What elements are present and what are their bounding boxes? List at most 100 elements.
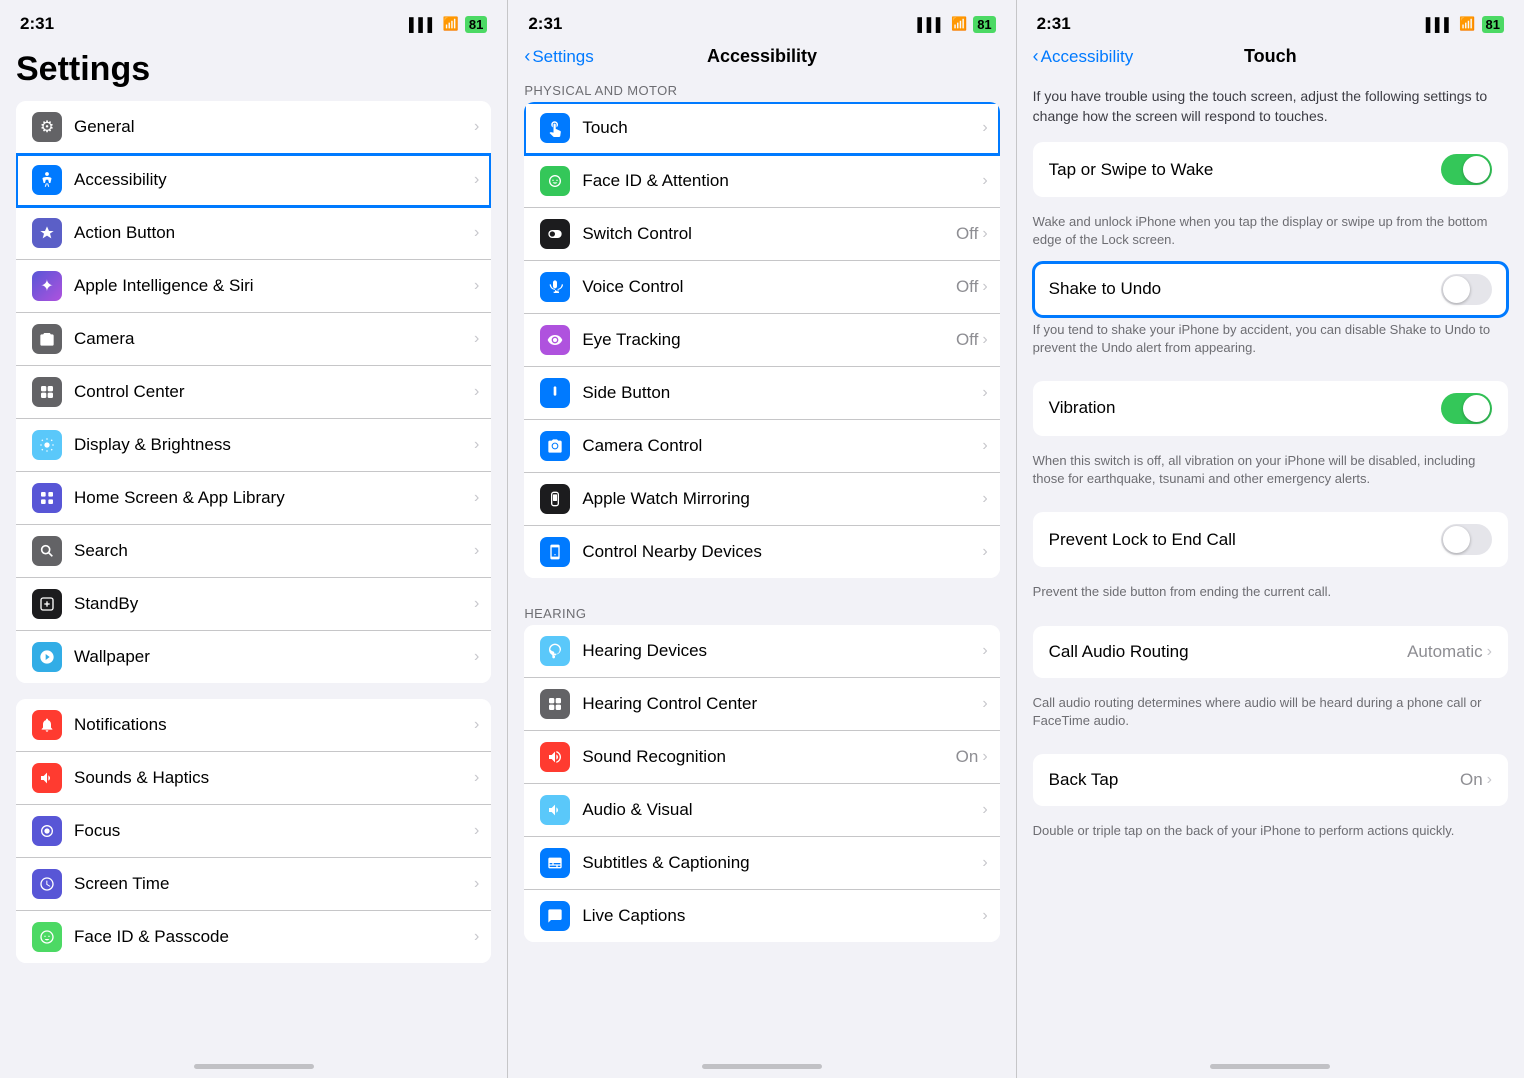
accessibility-item-watch-mirror[interactable]: Apple Watch Mirroring › bbox=[524, 473, 999, 526]
chevron-notifications: › bbox=[474, 716, 479, 734]
status-bar-3: 2:31 ▌▌▌ 📶 81 bbox=[1017, 0, 1524, 42]
switch-control-value: Off bbox=[956, 224, 978, 244]
settings-item-action-button[interactable]: Action Button › bbox=[16, 207, 491, 260]
prevent-lock-desc: Prevent the side button from ending the … bbox=[1017, 579, 1524, 613]
tap-swipe-label: Tap or Swipe to Wake bbox=[1049, 160, 1441, 180]
sounds-icon bbox=[32, 763, 62, 793]
live-captions-label: Live Captions bbox=[582, 906, 982, 926]
accessibility-item-live-captions[interactable]: Live Captions › bbox=[524, 890, 999, 942]
battery-icon-2: 81 bbox=[973, 16, 995, 33]
search-icon bbox=[32, 536, 62, 566]
prevent-lock-row[interactable]: Prevent Lock to End Call bbox=[1033, 512, 1508, 567]
chevron-siri: › bbox=[474, 277, 479, 295]
accessibility-item-voice-control[interactable]: Voice Control Off › bbox=[524, 261, 999, 314]
accessibility-item-faceid[interactable]: Face ID & Attention › bbox=[524, 155, 999, 208]
chevron-faceid-att: › bbox=[982, 172, 987, 190]
back-tap-section: Back Tap On › bbox=[1033, 754, 1508, 806]
tap-swipe-toggle[interactable] bbox=[1441, 154, 1492, 185]
tap-swipe-row[interactable]: Tap or Swipe to Wake bbox=[1033, 142, 1508, 197]
home-indicator-3 bbox=[1017, 1054, 1524, 1078]
accessibility-list[interactable]: PHYSICAL AND MOTOR Touch › Face ID & Att… bbox=[508, 75, 1015, 1054]
accessibility-item-touch[interactable]: Touch › bbox=[524, 102, 999, 155]
touch-icon bbox=[540, 113, 570, 143]
touch-settings-content[interactable]: If you have trouble using the touch scre… bbox=[1017, 75, 1524, 1054]
accessibility-item-control-nearby[interactable]: Control Nearby Devices › bbox=[524, 526, 999, 578]
status-time-2: 2:31 bbox=[528, 14, 562, 34]
chevron-screen-time: › bbox=[474, 875, 479, 893]
settings-item-focus[interactable]: Focus › bbox=[16, 805, 491, 858]
settings-item-display[interactable]: Display & Brightness › bbox=[16, 419, 491, 472]
chevron-standby: › bbox=[474, 595, 479, 613]
settings-item-camera[interactable]: Camera › bbox=[16, 313, 491, 366]
back-tap-chevron: › bbox=[1487, 771, 1492, 789]
back-button-2[interactable]: ‹ Settings bbox=[524, 46, 593, 67]
settings-item-search[interactable]: Search › bbox=[16, 525, 491, 578]
settings-item-wallpaper[interactable]: Wallpaper › bbox=[16, 631, 491, 683]
chevron-cc: › bbox=[474, 383, 479, 401]
watch-mirror-icon bbox=[540, 484, 570, 514]
nav-bar-3: ‹ Accessibility Touch bbox=[1017, 42, 1524, 75]
vibration-toggle[interactable] bbox=[1441, 393, 1492, 424]
faceid-icon bbox=[32, 922, 62, 952]
chevron-camera: › bbox=[474, 330, 479, 348]
status-icons-1: ▌▌▌ 📶 81 bbox=[409, 16, 487, 33]
chevron-subtitles: › bbox=[982, 854, 987, 872]
wifi-icon-1: 📶 bbox=[443, 16, 459, 32]
accessibility-item-hearing-cc[interactable]: Hearing Control Center › bbox=[524, 678, 999, 731]
chevron-search: › bbox=[474, 542, 479, 560]
accessibility-item-switch-control[interactable]: Switch Control Off › bbox=[524, 208, 999, 261]
accessibility-item-hearing-devices[interactable]: Hearing Devices › bbox=[524, 625, 999, 678]
accessibility-item-audio-visual[interactable]: Audio & Visual › bbox=[524, 784, 999, 837]
status-icons-2: ▌▌▌ 📶 81 bbox=[917, 16, 995, 33]
shake-undo-toggle[interactable] bbox=[1441, 274, 1492, 305]
standby-label: StandBy bbox=[74, 594, 474, 614]
shake-undo-row[interactable]: Shake to Undo bbox=[1033, 262, 1508, 317]
camera-label: Camera bbox=[74, 329, 474, 349]
accessibility-item-side-button[interactable]: Side Button › bbox=[524, 367, 999, 420]
chevron-eye-tracking: › bbox=[982, 331, 987, 349]
vibration-row[interactable]: Vibration bbox=[1033, 381, 1508, 436]
settings-list-1[interactable]: ⚙ General › Accessibility › Action Butto… bbox=[0, 101, 507, 1054]
settings-item-standby[interactable]: StandBy › bbox=[16, 578, 491, 631]
standby-icon bbox=[32, 589, 62, 619]
accessibility-item-sound-recognition[interactable]: Sound Recognition On › bbox=[524, 731, 999, 784]
wifi-icon-3: 📶 bbox=[1459, 16, 1475, 32]
display-label: Display & Brightness bbox=[74, 435, 474, 455]
search-label: Search bbox=[74, 541, 474, 561]
watch-mirror-label: Apple Watch Mirroring bbox=[582, 489, 982, 509]
eye-tracking-icon bbox=[540, 325, 570, 355]
call-audio-row[interactable]: Call Audio Routing Automatic › bbox=[1033, 626, 1508, 678]
settings-item-home-screen[interactable]: Home Screen & App Library › bbox=[16, 472, 491, 525]
settings-item-accessibility[interactable]: Accessibility › bbox=[16, 154, 491, 207]
accessibility-item-subtitles[interactable]: Subtitles & Captioning › bbox=[524, 837, 999, 890]
settings-item-siri[interactable]: ✦ Apple Intelligence & Siri › bbox=[16, 260, 491, 313]
settings-item-notifications[interactable]: Notifications › bbox=[16, 699, 491, 752]
page-title-1: Settings bbox=[0, 42, 507, 101]
side-button-icon bbox=[540, 378, 570, 408]
back-button-3[interactable]: ‹ Accessibility bbox=[1033, 46, 1134, 67]
back-tap-desc: Double or triple tap on the back of your… bbox=[1017, 818, 1524, 852]
chevron-watch-mirror: › bbox=[982, 490, 987, 508]
accessibility-item-camera-control[interactable]: Camera Control › bbox=[524, 420, 999, 473]
settings-item-general[interactable]: ⚙ General › bbox=[16, 101, 491, 154]
back-chevron-2: ‹ bbox=[524, 46, 530, 67]
vibration-label: Vibration bbox=[1049, 398, 1441, 418]
sound-recognition-icon bbox=[540, 742, 570, 772]
back-tap-label: Back Tap bbox=[1049, 770, 1460, 790]
battery-icon-3: 81 bbox=[1482, 16, 1504, 33]
settings-item-faceid[interactable]: Face ID & Passcode › bbox=[16, 911, 491, 963]
status-bar-2: 2:31 ▌▌▌ 📶 81 bbox=[508, 0, 1015, 42]
chevron-wallpaper: › bbox=[474, 648, 479, 666]
settings-item-screen-time[interactable]: Screen Time › bbox=[16, 858, 491, 911]
shake-undo-desc: If you tend to shake your iPhone by acci… bbox=[1017, 317, 1524, 369]
settings-item-sounds[interactable]: Sounds & Haptics › bbox=[16, 752, 491, 805]
side-button-label: Side Button bbox=[582, 383, 982, 403]
back-tap-row[interactable]: Back Tap On › bbox=[1033, 754, 1508, 806]
tap-swipe-desc: Wake and unlock iPhone when you tap the … bbox=[1017, 209, 1524, 261]
accessibility-item-eye-tracking[interactable]: Eye Tracking Off › bbox=[524, 314, 999, 367]
prevent-lock-toggle[interactable] bbox=[1441, 524, 1492, 555]
chevron-live-captions: › bbox=[982, 907, 987, 925]
voice-control-icon bbox=[540, 272, 570, 302]
settings-item-control-center[interactable]: Control Center › bbox=[16, 366, 491, 419]
back-chevron-3: ‹ bbox=[1033, 46, 1039, 67]
